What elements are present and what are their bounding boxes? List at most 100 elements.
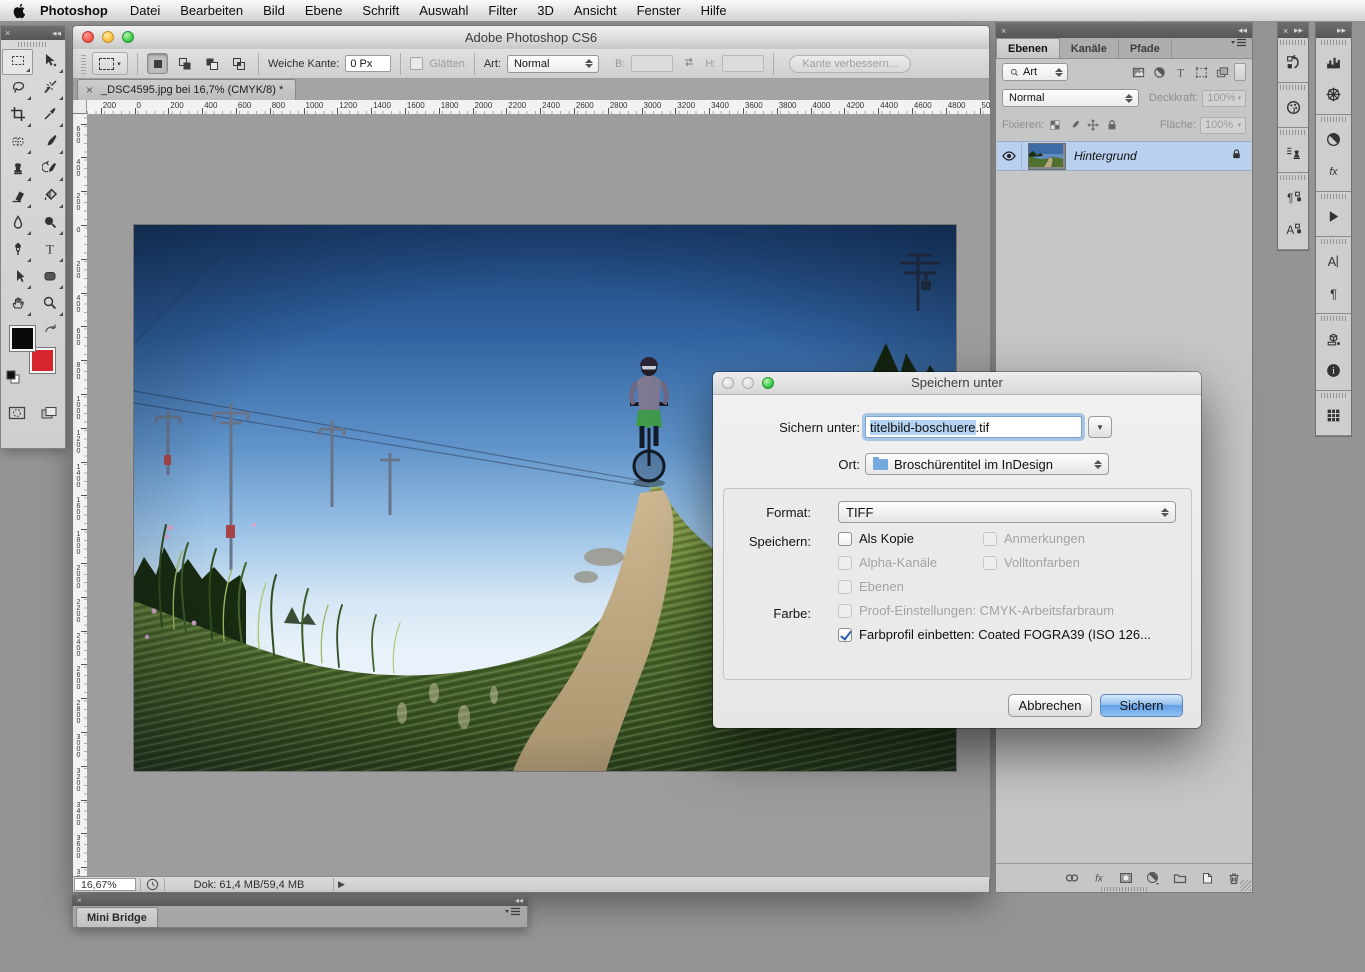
menu-item-hilfe[interactable]: Hilfe: [691, 0, 737, 22]
dialog-titlebar[interactable]: Speichern unter: [713, 372, 1201, 395]
close-icon[interactable]: ×: [1001, 26, 1006, 36]
tab-mini-bridge[interactable]: Mini Bridge: [76, 907, 158, 927]
selection-mode-add-icon[interactable]: [174, 53, 195, 74]
selection-mode-intersect-icon[interactable]: [228, 53, 249, 74]
panel-menu-icon[interactable]: [1230, 36, 1247, 54]
blur-tool[interactable]: [2, 211, 33, 237]
properties-panel-icon[interactable]: i: [1316, 354, 1351, 386]
default-colors-icon[interactable]: [6, 370, 20, 389]
panel-menu-icon[interactable]: [504, 905, 521, 923]
lock-transparent-icon[interactable]: [1048, 118, 1062, 132]
link-layers-icon[interactable]: [1064, 870, 1080, 886]
screen-mode-icon[interactable]: [40, 405, 58, 426]
tab-close-icon[interactable]: ×: [86, 84, 93, 96]
new-layer-icon[interactable]: [1199, 870, 1215, 886]
lock-paint-icon[interactable]: [1067, 118, 1081, 132]
horizontal-ruler[interactable]: 2000200400600800100012001400160018002000…: [87, 100, 990, 115]
layer-thumbnail[interactable]: [1028, 143, 1066, 170]
layer-mask-icon[interactable]: [1118, 870, 1134, 886]
lock-all-icon[interactable]: [1105, 118, 1119, 132]
panel-grip[interactable]: [1278, 173, 1308, 181]
rectangular-marquee-tool[interactable]: [2, 49, 33, 75]
clone-source-panel-icon[interactable]: [1278, 136, 1308, 168]
panel-grip[interactable]: [1316, 391, 1351, 399]
move-tool[interactable]: [34, 49, 65, 75]
panel-grip[interactable]: [1278, 38, 1308, 46]
swatch-grid-panel-icon[interactable]: [1316, 399, 1351, 431]
type-tool[interactable]: T: [34, 238, 65, 264]
paint-bucket-tool[interactable]: [34, 184, 65, 210]
expand-dialog-button[interactable]: ▼: [1088, 416, 1112, 438]
menu-item-filter[interactable]: Filter: [478, 0, 527, 22]
expand-icon[interactable]: ▸▸: [1294, 25, 1303, 36]
antialias-checkbox[interactable]: [410, 57, 423, 70]
menu-item-fenster[interactable]: Fenster: [627, 0, 691, 22]
close-icon[interactable]: ×: [1283, 26, 1288, 36]
paragraph-panel-icon[interactable]: ¶: [1316, 277, 1351, 309]
tab-kanaele[interactable]: Kanäle: [1060, 39, 1119, 58]
filter-type-select[interactable]: Art: [1002, 63, 1068, 81]
history-brush-tool[interactable]: [34, 157, 65, 183]
feather-input[interactable]: 0 Px: [345, 55, 391, 72]
apple-menu-icon[interactable]: [12, 3, 26, 19]
style-select[interactable]: Normal: [507, 55, 599, 73]
swap-colors-icon[interactable]: [43, 322, 59, 343]
type-layer-filter-icon[interactable]: T: [1173, 65, 1188, 80]
palette-grip[interactable]: [1, 40, 65, 48]
location-select[interactable]: Broschürentitel im InDesign: [865, 453, 1109, 475]
eyedropper-tool[interactable]: [34, 103, 65, 129]
pen-tool[interactable]: [2, 238, 33, 264]
crop-tool[interactable]: [2, 103, 33, 129]
menu-item-3d[interactable]: 3D: [527, 0, 564, 22]
collapse-icon[interactable]: ◂◂: [1238, 25, 1247, 36]
menu-item-schrift[interactable]: Schrift: [352, 0, 409, 22]
color-panel-icon[interactable]: [1278, 91, 1308, 123]
layer-group-icon[interactable]: [1172, 870, 1188, 886]
zoom-button[interactable]: [762, 377, 774, 389]
collapse-icon[interactable]: ◂◂: [52, 28, 61, 39]
close-icon[interactable]: ×: [77, 896, 82, 905]
character-styles-panel-icon[interactable]: A: [1278, 213, 1308, 245]
foreground-color-swatch[interactable]: [10, 326, 35, 351]
filter-toggle[interactable]: [1234, 63, 1246, 81]
histogram-panel-icon[interactable]: [1316, 46, 1351, 78]
close-button[interactable]: [82, 31, 94, 43]
minimize-button[interactable]: [102, 31, 114, 43]
character-panel-icon[interactable]: A: [1316, 245, 1351, 277]
menu-item-bearbeiten[interactable]: Bearbeiten: [170, 0, 253, 22]
lasso-tool[interactable]: [2, 76, 33, 102]
layer-row-hintergrund[interactable]: Hintergrund: [997, 141, 1251, 171]
menu-item-auswahl[interactable]: Auswahl: [409, 0, 478, 22]
selection-mode-subtract-icon[interactable]: [201, 53, 222, 74]
zoom-button[interactable]: [122, 31, 134, 43]
format-select[interactable]: TIFF: [838, 501, 1176, 523]
checkbox-farbprofil[interactable]: Farbprofil einbetten: Coated FOGRA39 (IS…: [838, 627, 1151, 642]
layer-name[interactable]: Hintergrund: [1074, 149, 1137, 163]
menu-item-datei[interactable]: Datei: [120, 0, 170, 22]
smart-object-filter-icon[interactable]: [1215, 65, 1230, 80]
panel-grip[interactable]: [1278, 83, 1308, 91]
menu-item-ansicht[interactable]: Ansicht: [564, 0, 627, 22]
options-grip[interactable]: [81, 54, 86, 74]
threed-panel-icon[interactable]: [1316, 322, 1351, 354]
document-tab[interactable]: × _DSC4595.jpg bei 16,7% (CMYK/8) *: [77, 79, 296, 100]
adjustment-layer-icon[interactable]: [1145, 870, 1161, 886]
selection-mode-new-icon[interactable]: [147, 53, 168, 74]
shape-layer-filter-icon[interactable]: [1194, 65, 1209, 80]
document-info[interactable]: Dok: 61,4 MB/59,4 MB: [169, 879, 329, 891]
spot-healing-brush-tool[interactable]: [2, 130, 33, 156]
panel-grip[interactable]: [1278, 128, 1308, 136]
background-color-swatch[interactable]: [30, 348, 55, 373]
panel-grip[interactable]: [1316, 115, 1351, 123]
quick-mask-icon[interactable]: [8, 405, 26, 426]
checkbox-box[interactable]: [838, 628, 852, 642]
menu-item-ebene[interactable]: Ebene: [295, 0, 353, 22]
actions-panel-icon[interactable]: [1316, 200, 1351, 232]
cancel-button[interactable]: Abbrechen: [1008, 694, 1092, 717]
zoom-level-field[interactable]: 16,67%: [74, 878, 136, 891]
eraser-tool[interactable]: [2, 184, 33, 210]
zoom-tool[interactable]: [34, 292, 65, 318]
ruler-corner[interactable]: [73, 100, 87, 114]
panel-grip[interactable]: [1316, 192, 1351, 200]
vertical-ruler[interactable]: 6004002000200400600800100012001400160018…: [73, 114, 88, 879]
